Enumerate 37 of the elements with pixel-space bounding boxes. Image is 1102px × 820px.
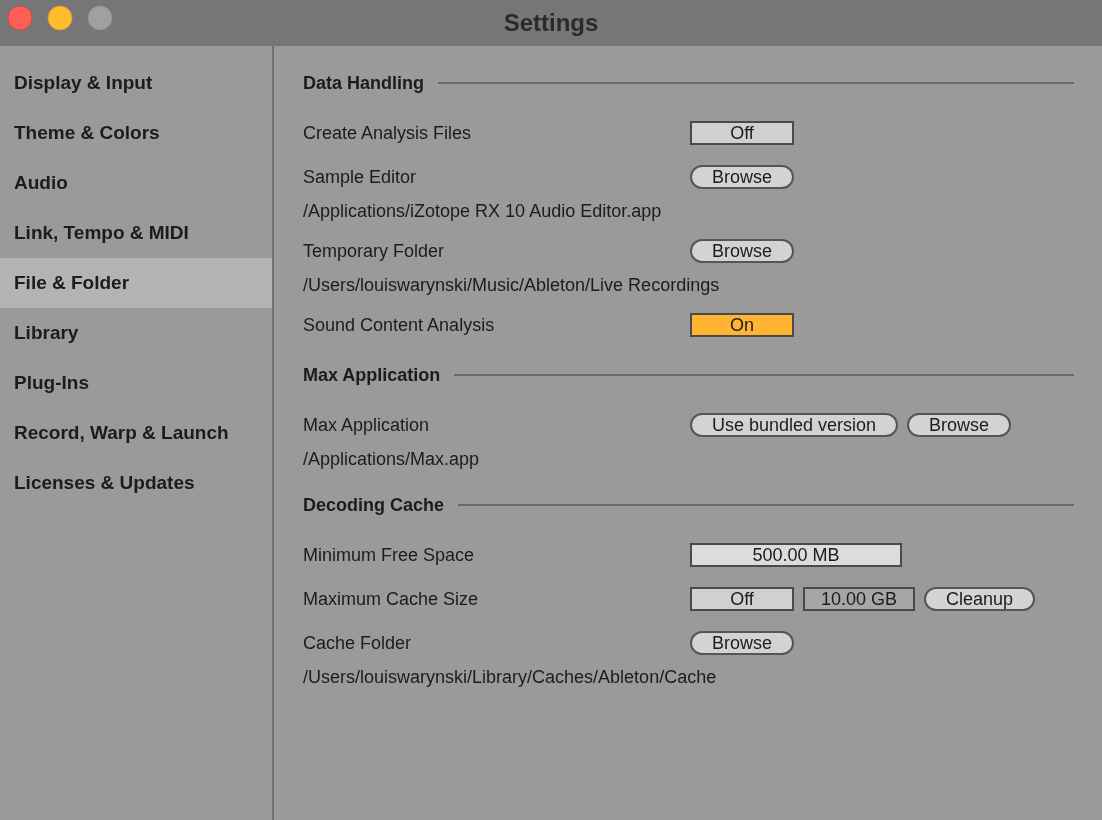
sidebar-item[interactable]: Link, Tempo & MIDI [0,208,272,258]
sidebar-item[interactable]: Plug-Ins [0,358,272,408]
toggle-button[interactable]: On [690,313,794,337]
sidebar-item[interactable]: Theme & Colors [0,108,272,158]
setting-label: Temporary Folder [303,240,446,262]
sidebar-item[interactable]: Audio [0,158,272,208]
sidebar-item[interactable]: Licenses & Updates [0,458,272,508]
push-button[interactable]: Browse [690,165,795,189]
path-text: /Applications/iZotope RX 10 Audio Editor.app [303,200,662,222]
path-text: /Users/louiswarynski/Library/Caches/Ableton/Cache [303,666,717,688]
setting-label: Cache Folder [303,632,413,654]
push-button[interactable]: Browse [907,413,1012,437]
push-button[interactable]: Browse [690,239,795,263]
sidebar-item[interactable]: File & Folder [0,258,272,308]
setting-label: Minimum Free Space [303,544,476,566]
path-text: /Applications/Max.app [303,448,480,470]
sidebar-item[interactable]: Library [0,308,272,358]
window-title: Settings [503,9,599,37]
minimize-button[interactable] [47,5,73,31]
section-title: Max Application [303,364,441,386]
push-button[interactable]: Browse [690,631,795,655]
toggle-button[interactable]: Off [690,587,794,611]
setting-label: Create Analysis Files [303,122,473,144]
setting-label: Max Application [303,414,431,436]
section-title: Data Handling [303,72,424,94]
path-text: /Users/louiswarynski/Music/Ableton/Live Recordings [303,274,720,296]
section-title: Decoding Cache [303,494,445,516]
setting-label: Maximum Cache Size [303,588,480,610]
sidebar-item[interactable]: Display & Input [0,58,272,108]
sidebar-item[interactable]: Record, Warp & Launch [0,408,272,458]
setting-label: Sample Editor [303,166,418,188]
push-button[interactable]: Cleanup [924,587,1036,611]
close-button[interactable] [7,5,33,31]
setting-label: Sound Content Analysis [303,314,496,336]
toggle-button[interactable]: Off [690,121,794,145]
value-field[interactable]: 500.00 MB [690,543,902,567]
push-button[interactable]: Use bundled version [690,413,899,437]
